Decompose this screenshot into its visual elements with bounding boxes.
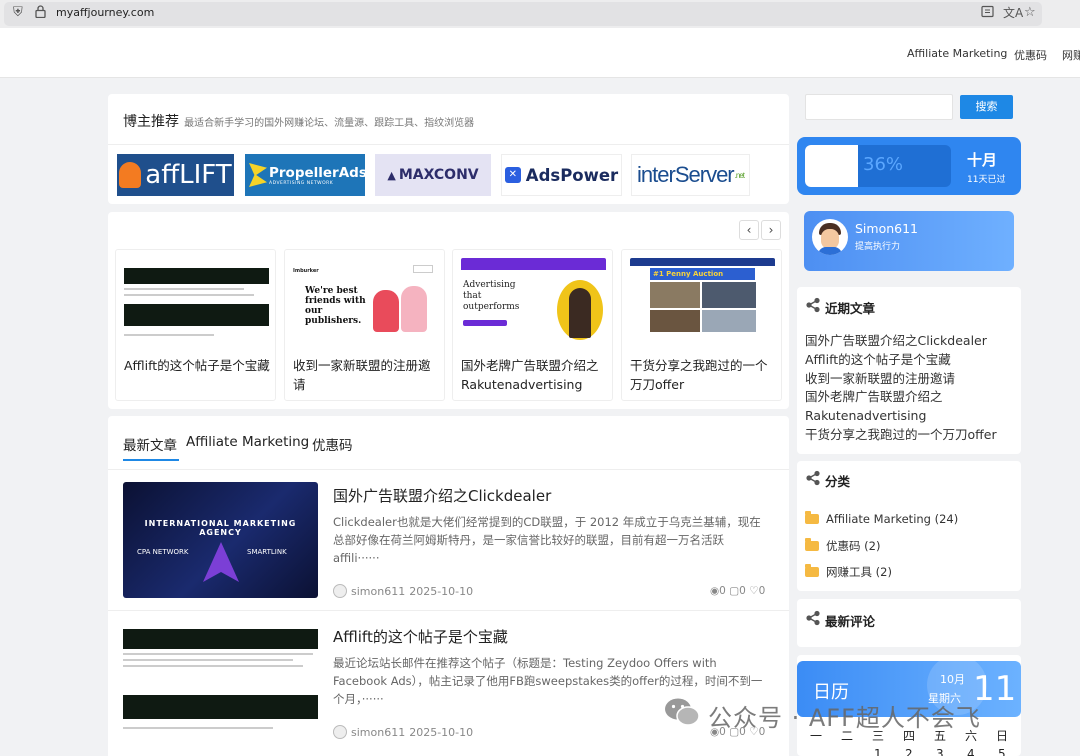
post-title: Afflift的这个帖子是个宝藏 (124, 358, 270, 373)
author-avatar-icon (333, 725, 347, 739)
reader-view-icon[interactable] (981, 5, 994, 23)
carousel-post-card[interactable]: Afflift的这个帖子是个宝藏 (115, 249, 276, 401)
post-thumbnail: Advertising that outperforms (461, 258, 606, 346)
share-icon (805, 297, 821, 317)
categories-heading: 分类 (805, 470, 850, 490)
author-name[interactable]: simon611 (351, 726, 405, 739)
post-date: 2025-10-10 (409, 584, 474, 598)
month-progress-widget: 36% 十月 11天已过 (797, 137, 1021, 195)
divider (108, 144, 789, 145)
logo-afflift[interactable]: affLIFT (117, 154, 234, 196)
post-thumbnail (124, 258, 269, 346)
share-icon (805, 610, 821, 630)
wechat-icon (664, 697, 700, 733)
recent-posts-list: 国外广告联盟介绍之Clickdealer Afflift的这个帖子是个宝藏 收到… (805, 332, 1010, 445)
nav-item-money[interactable]: 网赚 (1062, 47, 1080, 63)
author-avatar-icon (333, 584, 347, 598)
tab-latest[interactable]: 最新文章 (123, 434, 177, 454)
folder-icon (805, 511, 819, 524)
article-meta: simon611 2025-10-10 (333, 584, 473, 598)
latest-comments-heading: 最新评论 (805, 610, 875, 630)
maxconv-mark-icon: ▲ (387, 168, 396, 182)
tab-affiliate-marketing[interactable]: Affiliate Marketing (186, 434, 309, 450)
logo-interserver[interactable]: interServer .net (631, 154, 750, 196)
category-link[interactable]: 网赚工具 (2) (805, 564, 892, 580)
profile-card[interactable]: Simon611 提高执行力 (804, 211, 1014, 271)
address-bar[interactable] (4, 2, 1042, 26)
category-link[interactable]: 优惠码 (2) (805, 538, 880, 554)
recent-posts-heading: 近期文章 (805, 297, 875, 317)
site-header: Affiliate Marketing 优惠码 网赚 (0, 28, 1080, 78)
post-title: 收到一家新联盟的注册邀请 (293, 358, 431, 392)
progress-percent: 36% (863, 154, 904, 175)
tab-coupons[interactable]: 优惠码 (312, 434, 353, 454)
featured-subtitle: 最适合新手学习的国外网赚论坛、流量源、跟踪工具、指纹浏览器 (184, 118, 475, 129)
search-input[interactable] (805, 94, 953, 120)
nav-item-coupons[interactable]: 优惠码 (1014, 47, 1047, 63)
progress-month: 十月 (967, 151, 998, 169)
profile-avatar (812, 219, 848, 255)
profile-name: Simon611 (855, 221, 919, 236)
article-excerpt: Clickdealer也就是大佬们经常提到的CD联盟，于 2012 年成立于乌克… (333, 515, 761, 565)
logo-maxconv[interactable]: ▲ MAXCONV (375, 154, 491, 196)
nav-item-affiliate[interactable]: Affiliate Marketing (907, 47, 1007, 60)
recent-post-link[interactable]: 国外广告联盟介绍之Clickdealer (805, 332, 1010, 351)
likes-icon: ♡ (749, 585, 759, 597)
recent-post-link[interactable]: 收到一家新联盟的注册邀请 (805, 370, 1010, 389)
lock-icon[interactable] (35, 5, 46, 23)
recent-post-link[interactable]: Afflift的这个帖子是个宝藏 (805, 351, 1010, 370)
article-thumbnail[interactable]: INTERNATIONAL MARKETING AGENCY CPA NETWO… (123, 482, 318, 598)
comments-icon: ▢ (729, 585, 740, 597)
recent-post-link[interactable]: 国外老牌广告联盟介绍之Rakutenadvertising (805, 388, 1010, 426)
carousel-prev-button[interactable]: ‹ (739, 220, 759, 240)
recent-post-link[interactable]: 干货分享之我跑过的一个万刀offer (805, 426, 1010, 445)
post-title: 干货分享之我跑过的一个万刀offer (630, 358, 768, 392)
calendar-date[interactable]: 2 (905, 747, 913, 756)
calendar-date[interactable]: 3 (936, 747, 944, 756)
author-name[interactable]: simon611 (351, 585, 405, 598)
url-text[interactable]: myaffjourney.com (56, 6, 154, 19)
post-thumbnail: #1 Penny Auction (630, 258, 775, 346)
carousel-post-card[interactable]: Imburker We're best friends with our pub… (284, 249, 445, 401)
active-tab-indicator (123, 459, 179, 461)
adspower-icon: ✕ (504, 167, 521, 183)
folder-icon (805, 564, 819, 577)
calendar-date[interactable]: 4 (967, 747, 975, 756)
calendar-date[interactable]: 5 (998, 747, 1006, 756)
progress-track: 36% (805, 145, 951, 187)
article-title[interactable]: 国外广告联盟介绍之Clickdealer (333, 485, 551, 506)
folder-icon (805, 538, 819, 551)
bookmark-star-icon[interactable]: ☆ (1024, 5, 1036, 21)
calendar-month: 10月 (940, 673, 965, 686)
carousel-next-button[interactable]: › (761, 220, 781, 240)
article-stats: ◉0 ▢0 ♡0 (710, 585, 766, 597)
shield-icon[interactable]: ⛨ (13, 5, 23, 21)
carousel-post-card[interactable]: #1 Penny Auction 干货分享之我跑过的一个万刀offer (621, 249, 782, 401)
share-icon (805, 470, 821, 490)
logo-adspower[interactable]: ✕ AdsPower (501, 154, 622, 196)
category-link[interactable]: Affiliate Marketing (24) (805, 511, 958, 526)
translate-icon[interactable]: 文A (1003, 5, 1023, 21)
search-box: 搜索 (797, 88, 1021, 128)
article-meta: simon611 2025-10-10 (333, 725, 473, 739)
propeller-icon (249, 163, 267, 187)
post-title: 国外老牌广告联盟介绍之Rakutenadvertising (461, 358, 599, 392)
profile-tagline: 提高执行力 (855, 242, 901, 252)
progress-fill (805, 145, 858, 187)
search-button[interactable]: 搜索 (960, 95, 1013, 119)
watermark: 公众号 · AFF超人不会飞 (664, 697, 981, 733)
post-date: 2025-10-10 (409, 725, 474, 739)
progress-days: 11天已过 (967, 175, 1006, 185)
calendar-date[interactable]: 1 (874, 747, 882, 756)
views-icon: ◉ (710, 585, 720, 597)
article-thumbnail[interactable] (123, 623, 318, 739)
rocket-icon (119, 162, 142, 188)
logo-propellerads[interactable]: PropellerAds ADVERTISING NETWORK (245, 154, 367, 196)
browser-toolbar: ⛨ myaffjourney.com 文A ☆ (0, 0, 1080, 28)
calendar-weekday-header: 日 (996, 729, 1009, 743)
post-thumbnail: Imburker We're best friends with our pub… (293, 258, 438, 346)
featured-title: 博主推荐 (123, 114, 179, 130)
carousel-post-card[interactable]: Advertising that outperforms 国外老牌广告联盟介绍之… (452, 249, 613, 401)
article-title[interactable]: Afflift的这个帖子是个宝藏 (333, 626, 508, 647)
